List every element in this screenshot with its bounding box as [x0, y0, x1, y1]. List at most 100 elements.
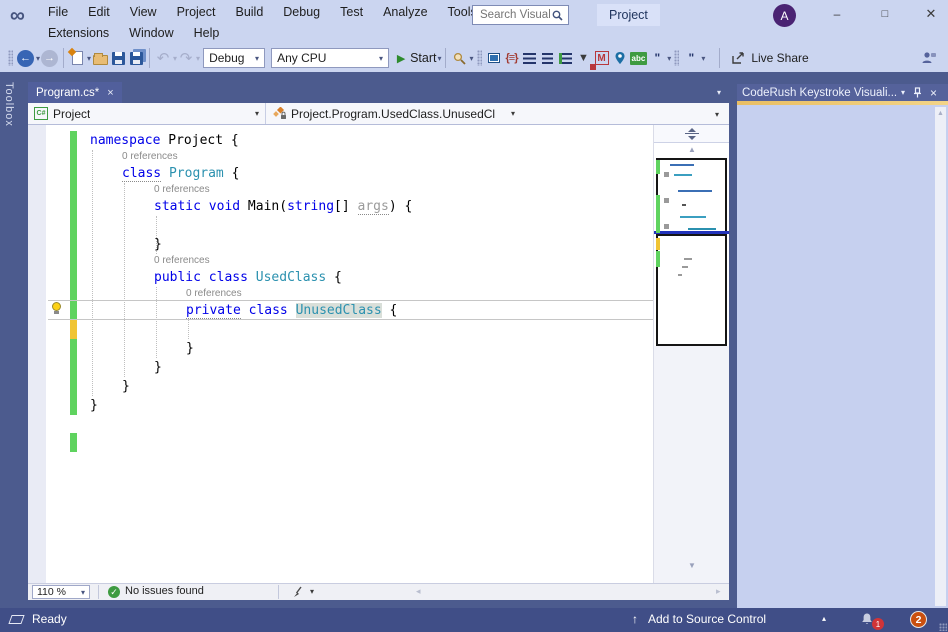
- add-to-source-control-button[interactable]: Add to Source Control: [648, 612, 766, 626]
- toolbar-separator: [63, 48, 64, 68]
- pin-icon[interactable]: [913, 87, 922, 98]
- project-dropdown[interactable]: C# Project ▾: [28, 103, 266, 124]
- code-line: }: [28, 396, 653, 415]
- navigate-back-button[interactable]: ←: [17, 47, 34, 69]
- map-change-mark: [656, 251, 660, 267]
- menu-help[interactable]: Help: [184, 24, 230, 42]
- toolbar-grip[interactable]: [674, 50, 679, 66]
- save-button[interactable]: [110, 47, 126, 69]
- background-tasks-icon[interactable]: [8, 615, 24, 624]
- csharp-project-icon: C#: [34, 107, 48, 120]
- tab-program-cs[interactable]: Program.cs* ×: [28, 82, 122, 103]
- hscroll-right-arrow[interactable]: ▸: [716, 586, 721, 597]
- tab-close-icon[interactable]: ×: [107, 87, 113, 99]
- navigate-forward-button[interactable]: →: [41, 47, 58, 69]
- notification-count-badge[interactable]: 2: [910, 611, 927, 628]
- send-feedback-button[interactable]: [921, 47, 937, 69]
- code-editor[interactable]: namespace Project {0 referencesclass Pro…: [28, 125, 729, 583]
- menu-edit[interactable]: Edit: [78, 3, 120, 21]
- toolbar-grip[interactable]: [8, 50, 13, 66]
- cube-icon: [488, 53, 500, 63]
- menu-analyze[interactable]: Analyze: [373, 3, 437, 21]
- new-file-icon: [72, 51, 83, 65]
- lines-green-icon: [559, 53, 572, 64]
- avatar[interactable]: A: [773, 4, 796, 27]
- redo-button[interactable]: ↷: [178, 47, 194, 69]
- minimize-button[interactable]: –: [820, 0, 854, 27]
- scroll-down-arrow[interactable]: ▼: [654, 561, 729, 570]
- find-in-code-button[interactable]: [451, 47, 467, 69]
- standard-toolbar: ← ▾ → ▾ ↶ ▾ ↷ ▾ Debug ▾ Any CPU ▾ ▶ Star…: [0, 44, 948, 72]
- find-dropdown-caret[interactable]: ▾: [469, 54, 473, 63]
- redo-dropdown-caret[interactable]: ▾: [196, 54, 200, 63]
- editor-splitter-handle[interactable]: [654, 125, 729, 143]
- menu-extensions[interactable]: Extensions: [38, 24, 119, 42]
- smart-quotes-button[interactable]: ": [683, 47, 699, 69]
- hscroll-left-arrow[interactable]: ◂: [416, 586, 421, 597]
- menu-window[interactable]: Window: [119, 24, 183, 42]
- code-places-button[interactable]: [612, 47, 628, 69]
- source-control-caret[interactable]: ▴: [822, 614, 826, 623]
- markdown-button[interactable]: M: [594, 47, 610, 69]
- solution-configuration-dropdown[interactable]: Debug ▾: [203, 48, 265, 68]
- search-box[interactable]: [472, 5, 569, 25]
- start-debug-button[interactable]: Start: [410, 51, 436, 65]
- new-item-dropdown-caret[interactable]: ▾: [87, 54, 91, 63]
- code-cleanup-button[interactable]: [292, 586, 305, 598]
- menu-debug[interactable]: Debug: [273, 3, 330, 21]
- back-dropdown-caret[interactable]: ▾: [36, 54, 40, 63]
- panel-close-icon[interactable]: ×: [930, 86, 937, 100]
- menu-file[interactable]: File: [38, 3, 78, 21]
- menu-test[interactable]: Test: [330, 3, 373, 21]
- organize-members-button[interactable]: [558, 47, 574, 69]
- comment-lines-button[interactable]: [522, 47, 538, 69]
- m-badge-icon: M: [595, 51, 609, 65]
- menu-view[interactable]: View: [120, 3, 167, 21]
- nav-bar-caret[interactable]: ▾: [715, 110, 719, 119]
- save-all-button[interactable]: [128, 47, 144, 69]
- toolbox-tab[interactable]: Toolbox: [3, 82, 15, 127]
- spell-checker-button[interactable]: abc: [630, 47, 648, 69]
- project-feedback-button[interactable]: Project: [597, 4, 660, 26]
- quotes2-dropdown-caret[interactable]: ▾: [701, 54, 705, 63]
- undo-dropdown-caret[interactable]: ▾: [173, 54, 177, 63]
- cleanup-dropdown-caret[interactable]: ▾: [310, 587, 314, 596]
- indent-lines-button[interactable]: [540, 47, 556, 69]
- member-dropdown[interactable]: Project.Program.UsedClass.UnusedCl ▾: [267, 103, 521, 124]
- open-file-button[interactable]: [92, 47, 108, 69]
- member-visibility-button[interactable]: [486, 47, 502, 69]
- solution-platform-dropdown[interactable]: Any CPU ▾: [271, 48, 389, 68]
- scrollbar-track[interactable]: [654, 346, 729, 583]
- start-dropdown-caret[interactable]: ▾: [437, 54, 441, 63]
- search-input[interactable]: [478, 8, 552, 22]
- live-share-label[interactable]: Live Share: [751, 51, 808, 65]
- map-preview-box-top[interactable]: [656, 158, 727, 233]
- scroll-up-arrow[interactable]: ▲: [654, 145, 729, 154]
- code-line: }: [28, 235, 653, 254]
- document-list-caret[interactable]: ▾: [717, 88, 721, 97]
- issues-status[interactable]: No issues found: [125, 585, 204, 597]
- close-button[interactable]: ✕: [914, 0, 948, 27]
- new-item-button[interactable]: [69, 47, 85, 69]
- menu-build[interactable]: Build: [225, 3, 273, 21]
- panel-title-bar[interactable]: CodeRush Keystroke Visuali... ▾ ×: [737, 84, 948, 101]
- menu-project[interactable]: Project: [167, 3, 226, 21]
- start-debug-icon[interactable]: ▶: [393, 47, 409, 69]
- zoom-dropdown[interactable]: 110 % ▾: [32, 585, 90, 599]
- scrollbar-map[interactable]: ▲: [653, 125, 729, 583]
- map-change-mark: [656, 238, 660, 250]
- map-preview-box-bottom[interactable]: [656, 234, 727, 346]
- panel-scroll-up-arrow[interactable]: ▲: [935, 107, 946, 117]
- panel-options-caret[interactable]: ▾: [901, 88, 905, 97]
- menu-bar-row1: FileEditViewProjectBuildDebugTestAnalyze…: [38, 1, 487, 23]
- panel-scrollbar[interactable]: ▲: [935, 107, 946, 606]
- maximize-button[interactable]: □: [868, 0, 902, 27]
- undo-button[interactable]: ↶: [155, 47, 171, 69]
- resize-grip[interactable]: [939, 623, 947, 631]
- toolbar-grip[interactable]: [477, 50, 482, 66]
- code-format-button[interactable]: {≡}: [504, 47, 520, 69]
- quotes-dropdown-caret[interactable]: ▾: [667, 54, 671, 63]
- embed-quotes-button[interactable]: ": [649, 47, 665, 69]
- import-symbols-button[interactable]: ▼: [576, 47, 592, 69]
- live-share-button[interactable]: [730, 47, 746, 69]
